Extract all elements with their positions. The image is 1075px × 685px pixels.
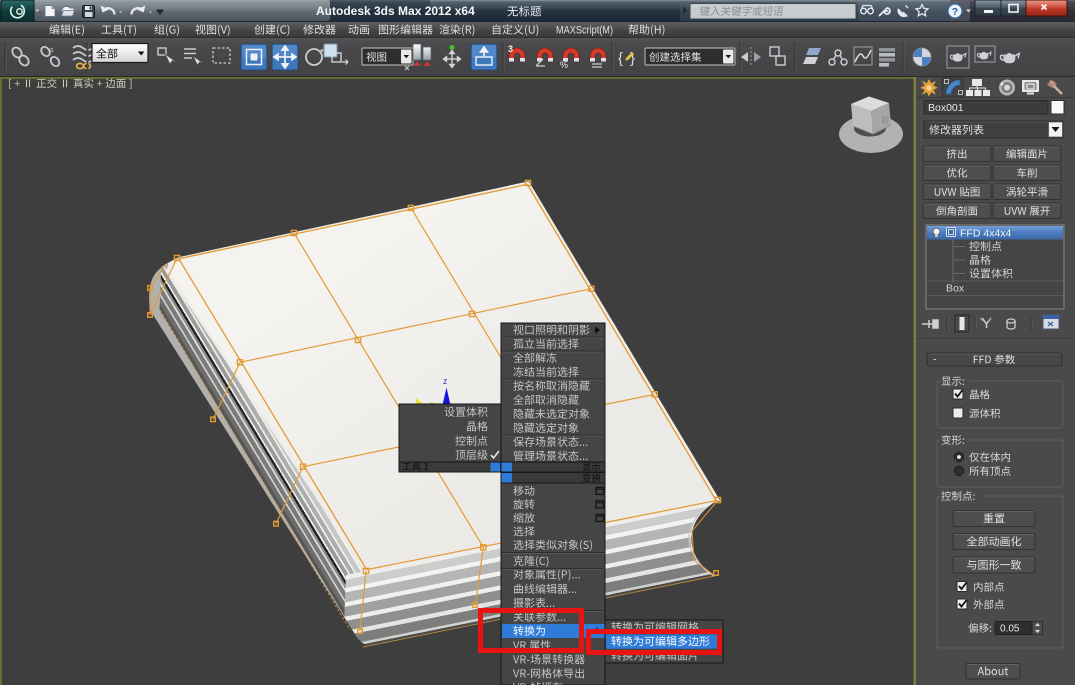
- svg-text:Autodesk 3ds Max 2012 x64: Autodesk 3ds Max 2012 x64: [316, 4, 475, 18]
- svg-text:3: 3: [508, 44, 513, 54]
- svg-text:Box: Box: [946, 282, 965, 294]
- svg-text:-: -: [933, 355, 936, 366]
- svg-text:?: ?: [952, 6, 958, 18]
- svg-text:MAXScript(M): MAXScript(M): [556, 25, 613, 37]
- svg-text:%: %: [560, 60, 568, 70]
- svg-text:Box001: Box001: [928, 102, 964, 114]
- svg-text:{: {: [618, 50, 623, 67]
- svg-text:s: s: [50, 47, 54, 54]
- svg-text:0.05: 0.05: [1000, 624, 1020, 635]
- svg-text:FFD 4x4x4: FFD 4x4x4: [960, 227, 1012, 239]
